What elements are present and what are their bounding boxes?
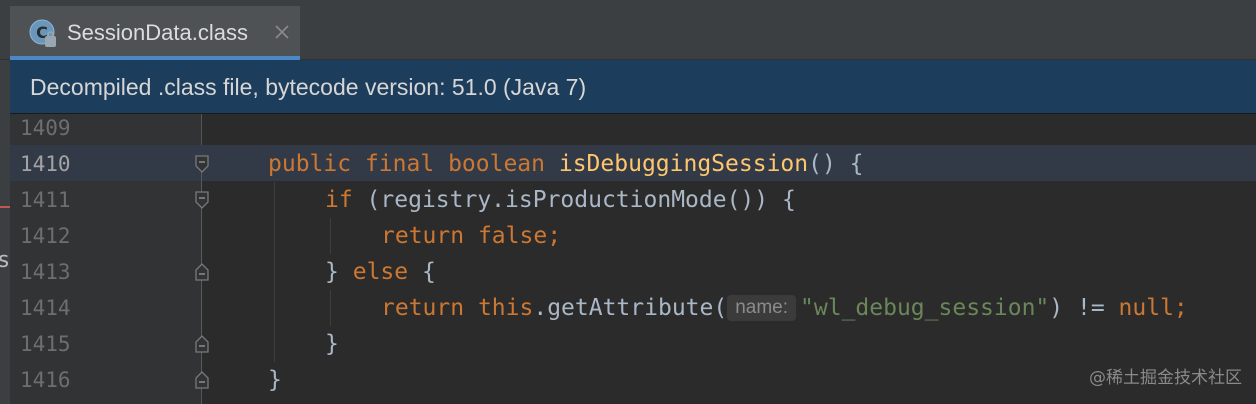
code-line-1415[interactable]: } bbox=[325, 326, 339, 362]
code-text: { bbox=[408, 259, 436, 285]
editor-window: C SessionData.class s Decompiled .class … bbox=[0, 0, 1256, 404]
watermark: @稀土掘金技术社区 bbox=[1089, 368, 1242, 388]
line-number: 1411 bbox=[20, 188, 71, 212]
semicolon: ; bbox=[547, 223, 562, 249]
code-line-1412[interactable]: return false; bbox=[381, 218, 561, 254]
code-line-1411[interactable]: if (registry.isProductionMode()) { bbox=[325, 182, 796, 218]
fold-end-icon[interactable] bbox=[194, 371, 210, 389]
code-line-1416[interactable]: } bbox=[268, 362, 282, 398]
code-text: } bbox=[268, 367, 282, 393]
code-text: (registry.isProductionMode()) { bbox=[352, 187, 796, 213]
line-number: 1416 bbox=[20, 368, 71, 392]
line-number-current: 1410 bbox=[20, 152, 71, 176]
method-name: isDebuggingSession bbox=[558, 151, 809, 177]
keyword: false bbox=[477, 223, 548, 249]
fold-collapse-icon[interactable] bbox=[194, 191, 210, 209]
code-text: () { bbox=[808, 151, 864, 177]
code-line-1414[interactable]: return this.getAttribute(name: "wl_debug_… bbox=[381, 290, 1188, 326]
keyword: if bbox=[325, 187, 353, 213]
tab-sessiondata-class[interactable]: C SessionData.class bbox=[10, 6, 300, 60]
indent-guide bbox=[330, 290, 331, 326]
banner-text: Decompiled .class file, bytecode version… bbox=[30, 74, 587, 100]
decompiled-banner: Decompiled .class file, bytecode version… bbox=[10, 60, 1256, 114]
keyword: return bbox=[381, 295, 465, 321]
line-number: 1413 bbox=[20, 260, 71, 284]
code-text: } bbox=[325, 331, 339, 357]
line-number: 1415 bbox=[20, 332, 71, 356]
line-number: 1409 bbox=[20, 116, 71, 140]
code-text: .getAttribute( bbox=[533, 295, 728, 321]
keyword: null bbox=[1118, 295, 1174, 321]
keyword: public bbox=[268, 151, 352, 177]
java-class-file-icon: C bbox=[29, 19, 56, 47]
keyword: boolean bbox=[448, 151, 545, 177]
code-text: } bbox=[325, 259, 339, 285]
code-text: ) != bbox=[1049, 295, 1119, 321]
indent-guide bbox=[330, 218, 331, 254]
left-tool-strip: s bbox=[0, 60, 10, 404]
tab-bar: C SessionData.class bbox=[0, 0, 1256, 60]
line-number: 1412 bbox=[20, 224, 71, 248]
fold-end-icon[interactable] bbox=[194, 335, 210, 353]
line-number: 1414 bbox=[20, 296, 71, 320]
keyword: final bbox=[364, 151, 435, 177]
close-icon[interactable] bbox=[272, 22, 292, 42]
parameter-hint: name: bbox=[727, 295, 797, 321]
fold-end-icon[interactable] bbox=[194, 263, 210, 281]
indent-guide bbox=[274, 182, 275, 362]
keyword: else bbox=[352, 259, 409, 285]
fold-collapse-icon[interactable] bbox=[194, 155, 210, 173]
semicolon: ; bbox=[1173, 295, 1188, 321]
code-line-1410[interactable]: public final boolean isDebuggingSession(… bbox=[268, 146, 864, 182]
error-marker bbox=[0, 206, 10, 208]
string-literal: "wl_debug_session" bbox=[800, 295, 1050, 321]
left-panel-text: s bbox=[0, 248, 11, 273]
keyword: this bbox=[477, 295, 534, 321]
tab-label: SessionData.class bbox=[67, 20, 248, 45]
keyword: return bbox=[381, 223, 465, 249]
code-line-1413[interactable]: } else { bbox=[325, 254, 436, 290]
